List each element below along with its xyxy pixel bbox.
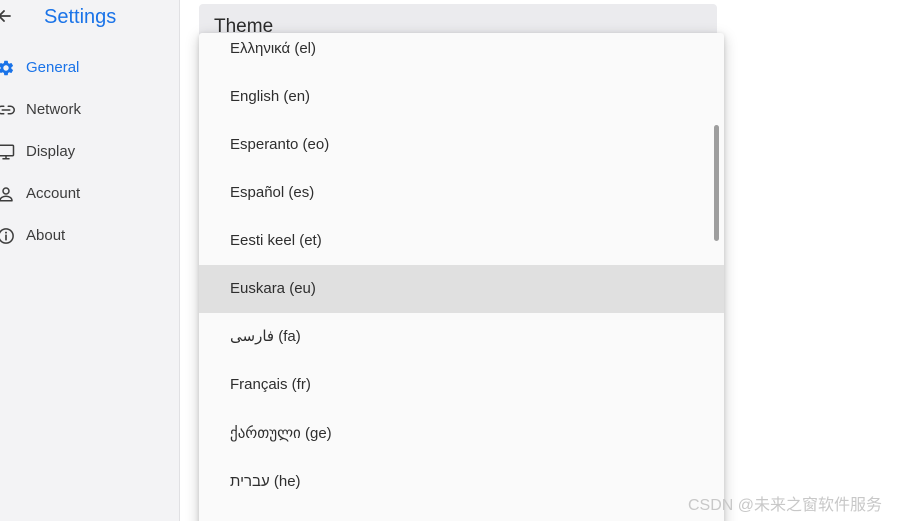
link-icon	[0, 105, 15, 115]
menu-item-label: ქართული (ge)	[230, 425, 332, 442]
monitor-icon	[0, 144, 15, 160]
menu-item-eu[interactable]: Euskara (eu)	[199, 265, 724, 313]
sidebar-item-label: General	[26, 59, 80, 76]
menu-item-eo[interactable]: Esperanto (eo)	[199, 121, 724, 169]
sidebar-item-label: About	[26, 227, 66, 244]
settings-window: Settings General Network Display Account…	[0, 0, 900, 521]
info-icon	[0, 228, 14, 244]
menu-scrollbar-thumb[interactable]	[714, 125, 719, 241]
menu-item-label: فارسی (fa)	[230, 328, 301, 345]
gear-icon	[0, 60, 14, 76]
menu-item-et[interactable]: Eesti keel (et)	[199, 217, 724, 265]
menu-item-ge[interactable]: ქართული (ge)	[199, 410, 724, 458]
menu-item-label: Euskara (eu)	[230, 280, 316, 297]
sidebar-item-account[interactable]: Account	[0, 174, 179, 214]
sidebar: Settings General Network Display Account…	[0, 0, 180, 521]
watermark-text: CSDN @未来之窗软件服务	[688, 497, 883, 514]
person-icon	[0, 187, 13, 202]
menu-item-label: Esperanto (eo)	[230, 136, 330, 153]
sidebar-item-label: Account	[26, 185, 81, 202]
language-dropdown-menu: Ελληνικά (el) English (en) Esperanto (eo…	[199, 33, 724, 521]
menu-item-label: Français (fr)	[230, 376, 311, 393]
menu-item-fa[interactable]: فارسی (fa)	[199, 313, 724, 361]
back-arrow-icon[interactable]	[0, 5, 16, 27]
page-title: Settings	[44, 6, 117, 28]
menu-item-en[interactable]: English (en)	[199, 73, 724, 121]
menu-item-label: Español (es)	[230, 184, 315, 201]
sidebar-item-network[interactable]: Network	[0, 90, 179, 130]
menu-item-label: Ελληνικά (el)	[230, 40, 317, 57]
menu-item-es[interactable]: Español (es)	[199, 169, 724, 217]
sidebar-item-general[interactable]: General	[0, 48, 179, 88]
sidebar-item-about[interactable]: About	[0, 216, 179, 256]
menu-item-label: עברית (he)	[230, 473, 301, 490]
menu-item-fr[interactable]: Français (fr)	[199, 361, 724, 409]
sidebar-item-display[interactable]: Display	[0, 132, 179, 172]
sidebar-item-label: Display	[26, 143, 76, 160]
menu-item-label: English (en)	[230, 88, 311, 105]
menu-item-el[interactable]: Ελληνικά (el)	[199, 33, 724, 73]
menu-item-label: Eesti keel (et)	[230, 232, 322, 249]
sidebar-item-label: Network	[26, 101, 82, 118]
menu-item-he[interactable]: עברית (he)	[199, 458, 724, 506]
